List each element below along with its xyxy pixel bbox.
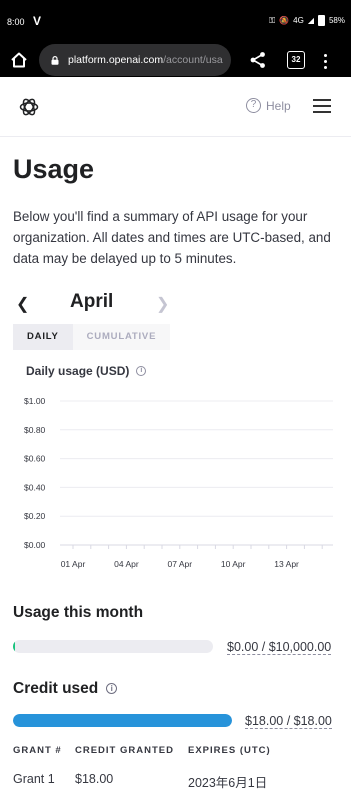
url-host: platform.openai.com <box>68 54 164 66</box>
credit-value[interactable]: $18.00 / $18.00 <box>245 714 332 729</box>
status-bar: 8:00 V ⚿ 🔕 4G ◢ 58% <box>0 0 351 44</box>
daily-usage-chart: $1.00 $0.80 $0.60 $0.40 $0.20 $0.00 01 Apr 04 A… <box>24 396 333 569</box>
menu-icon[interactable] <box>313 99 331 113</box>
battery-icon <box>317 15 325 26</box>
usage-value[interactable]: $0.00 / $10,000.00 <box>227 640 332 655</box>
column-header-grant: GRANT # <box>13 745 62 756</box>
info-icon[interactable]: i <box>106 683 118 694</box>
info-icon[interactable]: i <box>136 366 147 376</box>
usage-progress-fill <box>13 640 15 653</box>
openai-logo-icon[interactable] <box>18 96 40 118</box>
app-notification-icon: V <box>33 14 42 28</box>
y-tick-label: $0.00 <box>24 540 46 550</box>
month-navigator: ❮ April ❯ <box>13 290 183 314</box>
x-tick-label: 04 Apr <box>114 559 139 569</box>
x-tick-label: 10 Apr <box>221 559 246 569</box>
x-tick-label: 13 Apr <box>274 559 299 569</box>
view-toggle: DAILY CUMULATIVE <box>13 324 171 350</box>
battery-percent: 58% <box>328 16 345 25</box>
tab-count-button[interactable]: 32 <box>287 51 305 69</box>
tab-daily[interactable]: DAILY <box>13 324 73 350</box>
credit-used-title: Credit used i <box>13 680 118 698</box>
more-options-icon[interactable] <box>322 52 328 70</box>
url-path: /account/usa <box>163 54 223 66</box>
page-intro: Below you'll find a summary of API usage… <box>13 209 331 266</box>
column-header-credit-granted: CREDIT GRANTED <box>75 745 174 756</box>
credit-progress-bar <box>13 714 232 727</box>
usage-this-month-title: Usage this month <box>13 604 144 621</box>
y-tick-label: $0.60 <box>24 454 46 464</box>
month-label: April <box>70 291 114 312</box>
help-icon: ? <box>246 98 261 113</box>
credit-progress-fill <box>13 714 232 727</box>
site-header: ? Help <box>0 77 351 137</box>
url-bar[interactable]: platform.openai.com/account/usa <box>39 44 231 76</box>
wifi-icon: ◢ <box>307 16 314 25</box>
chart-title: Daily usage (USD) i <box>26 364 147 378</box>
status-time: 8:00 <box>7 17 25 27</box>
grant-name-cell: Grant 1 <box>13 772 55 786</box>
share-icon[interactable] <box>249 51 267 69</box>
status-icons: ⚿ 🔕 4G ◢ 58% <box>269 15 345 26</box>
network-label: 4G <box>293 16 304 25</box>
y-tick-label: $0.80 <box>24 425 46 435</box>
mute-icon: 🔕 <box>279 16 290 25</box>
help-link[interactable]: ? Help <box>246 98 291 113</box>
y-tick-label: $0.40 <box>24 482 46 492</box>
x-tick-label: 01 Apr <box>61 559 86 569</box>
chevron-right-icon[interactable]: ❯ <box>156 294 169 314</box>
chart-title-text: Daily usage (USD) <box>26 364 130 378</box>
grant-expires-cell: 2023年6月1日 <box>188 776 268 790</box>
page-title: Usage <box>13 154 95 184</box>
credit-used-title-text: Credit used <box>13 680 99 697</box>
home-icon[interactable] <box>10 51 28 69</box>
column-header-expires: EXPIRES (UTC) <box>188 745 271 756</box>
chevron-left-icon[interactable]: ❮ <box>16 294 29 314</box>
tab-cumulative[interactable]: CUMULATIVE <box>72 324 171 350</box>
help-label: Help <box>266 98 291 113</box>
x-tick-label: 07 Apr <box>168 559 193 569</box>
lock-icon <box>51 55 59 65</box>
key-icon: ⚿ <box>269 15 276 25</box>
y-tick-label: $0.20 <box>24 511 46 521</box>
grant-credit-cell: $18.00 <box>75 772 114 786</box>
browser-toolbar: platform.openai.com/account/usa 32 <box>0 44 351 77</box>
usage-progress-bar <box>13 640 213 653</box>
y-tick-label: $1.00 <box>24 396 46 406</box>
